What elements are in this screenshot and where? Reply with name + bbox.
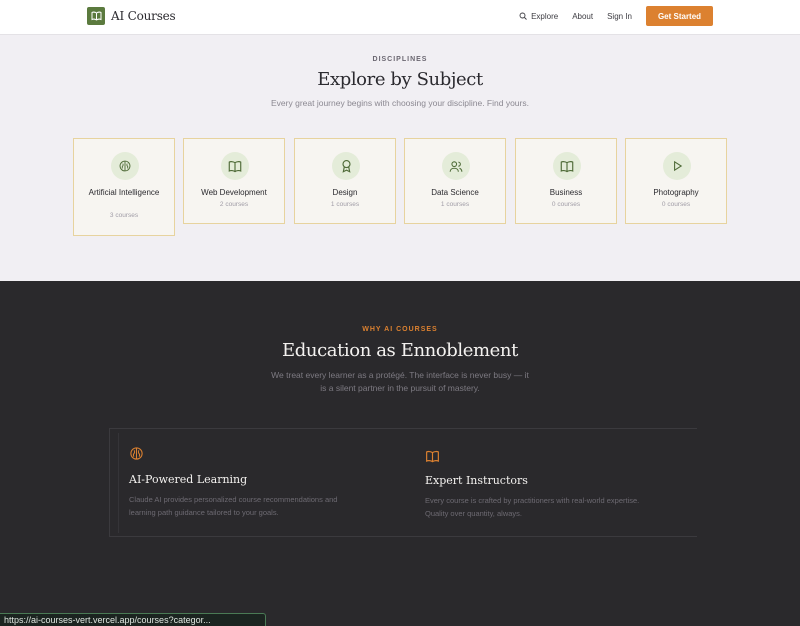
card-count: 2 courses [219,201,249,208]
card-title: Data Science [431,188,479,197]
logo-link[interactable]: AI Courses [87,7,176,25]
why-subtitle-line-2: is a silent partner in the pursuit of ma… [320,383,480,393]
book-icon [553,152,581,180]
disciplines-eyebrow: DISCIPLINES [372,56,428,63]
feature-divider [118,433,119,533]
feature-title: AI-Powered Learning [129,473,248,486]
feature-description: Every course is crafted by practitioners… [425,494,695,520]
feature-card-ai-powered: AI-Powered Learning Claude AI provides p… [109,428,406,537]
discipline-card-business[interactable]: Business 0 courses [515,138,617,224]
nav-about[interactable]: About [572,12,593,21]
brain-icon [130,447,143,460]
features-grid: AI-Powered Learning Claude AI provides p… [109,428,697,537]
feature-description-line-1: Every course is crafted by practitioners… [425,496,640,505]
book-icon [221,152,249,180]
logo-text: AI Courses [111,9,176,23]
disciplines-title: Explore by Subject [317,69,483,90]
discipline-card-ai[interactable]: Artificial Intelligence 3 courses [73,138,175,236]
feature-description-line-2: Quality over quantity, always. [425,509,522,518]
discipline-card-data-science[interactable]: Data Science 1 courses [404,138,506,224]
why-title: Education as Ennoblement [282,340,518,361]
why-section: WHY AI COURSES Education as Ennoblement … [0,281,800,626]
discipline-card-photography[interactable]: Photography 0 courses [625,138,727,224]
disciplines-subtitle: Every great journey begins with choosing… [271,98,529,108]
card-count: 1 courses [330,201,360,208]
feature-description: Claude AI provides personalized course r… [129,493,374,519]
discipline-card-web-development[interactable]: Web Development 2 courses [183,138,285,224]
card-count: 0 courses [661,201,691,208]
feature-card-expert-instructors: Expert Instructors Every course is craft… [406,428,697,537]
card-count: 0 courses [551,201,581,208]
nav-links: Explore About Sign In Get Started [519,6,713,26]
disciplines-section: DISCIPLINES Explore by Subject Every gre… [0,35,800,281]
search-icon [519,12,527,20]
feature-description-line-1: Claude AI provides personalized course r… [129,495,338,504]
card-count: 3 courses [109,212,139,219]
logo-book-icon [87,7,105,25]
card-title: Design [332,188,358,197]
card-count: 1 courses [440,201,470,208]
card-title: Artificial Intelligence [88,188,160,197]
card-title: Photography [653,188,699,197]
play-icon [663,152,691,180]
nav-explore[interactable]: Explore [519,12,558,21]
card-title: Business [549,188,583,197]
feature-description-line-2: learning path guidance tailored to your … [129,508,279,517]
discipline-card-design[interactable]: Design 1 courses [294,138,396,224]
get-started-button[interactable]: Get Started [646,6,713,26]
book-icon [426,450,439,463]
users-icon [442,152,470,180]
top-nav: AI Courses Explore About Sign In Get Sta… [0,0,800,35]
why-subtitle: We treat every learner as a protégé. The… [0,369,800,395]
nav-explore-label: Explore [531,11,559,21]
nav-sign-in[interactable]: Sign In [607,12,632,21]
status-url-bar: https://ai-courses-vert.vercel.app/cours… [0,613,266,626]
discipline-cards: Artificial Intelligence 3 courses Web De… [73,138,727,238]
award-icon [332,152,360,180]
card-title: Web Development [201,188,267,197]
brain-icon [111,152,139,180]
why-subtitle-line-1: We treat every learner as a protégé. The… [271,370,529,380]
why-eyebrow: WHY AI COURSES [362,326,438,333]
feature-title: Expert Instructors [425,474,528,487]
